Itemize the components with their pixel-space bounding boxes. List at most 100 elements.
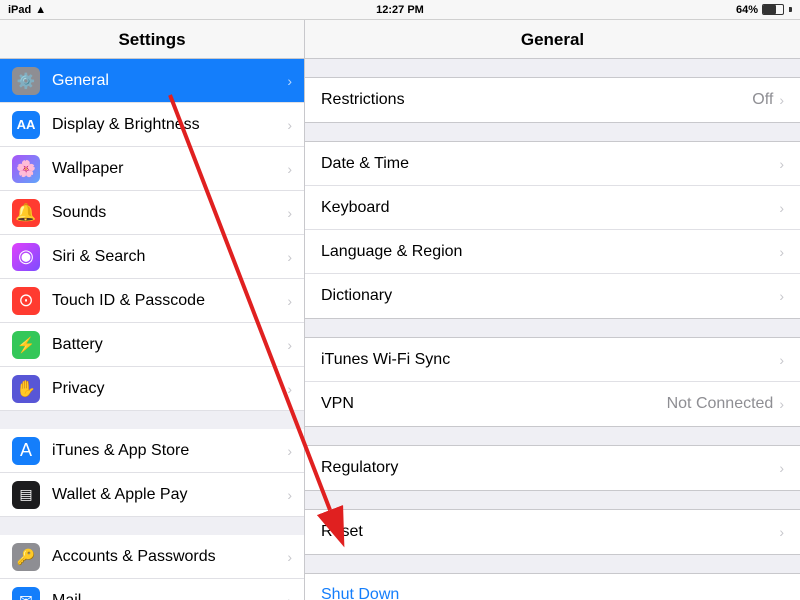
wallet-icon: ▤ xyxy=(12,481,40,509)
keyboard-label: Keyboard xyxy=(321,199,779,217)
siri-chevron: › xyxy=(287,249,292,265)
content-section-datekey: Date & Time › Keyboard › Language & Regi… xyxy=(305,141,800,319)
vpn-label: VPN xyxy=(321,395,667,413)
accounts-chevron: › xyxy=(287,549,292,565)
itunes-icon: A xyxy=(12,437,40,465)
status-right: 64% xyxy=(736,4,792,16)
battery-label: Battery xyxy=(52,336,287,354)
row-reset[interactable]: Reset › xyxy=(305,510,800,554)
keyboard-chevron: › xyxy=(779,200,784,216)
display-label: Display & Brightness xyxy=(52,116,287,134)
dictionary-label: Dictionary xyxy=(321,287,779,305)
reset-chevron: › xyxy=(779,524,784,540)
carrier-label: iPad xyxy=(8,4,31,16)
wallet-chevron: › xyxy=(287,487,292,503)
itunes-wifi-chevron: › xyxy=(779,352,784,368)
wallpaper-label: Wallpaper xyxy=(52,160,287,178)
sidebar-section-3: 🔑 Accounts & Passwords › ✉ Mail › xyxy=(0,535,304,600)
status-left: iPad ▲ xyxy=(8,4,46,16)
display-icon: AA xyxy=(12,111,40,139)
row-itunes-wifi[interactable]: iTunes Wi-Fi Sync › xyxy=(305,338,800,382)
shutdown-label: Shut Down xyxy=(321,586,399,600)
language-label: Language & Region xyxy=(321,243,779,261)
sidebar: Settings ⚙️ General › AA Display & Brigh… xyxy=(0,20,305,600)
touchid-label: Touch ID & Passcode xyxy=(52,292,287,310)
battery-icon xyxy=(762,4,784,15)
reset-label: Reset xyxy=(321,523,779,541)
itunes-chevron: › xyxy=(287,443,292,459)
regulatory-chevron: › xyxy=(779,460,784,476)
content-section-reset: Reset › xyxy=(305,509,800,555)
sidebar-item-battery[interactable]: ⚡ Battery › xyxy=(0,323,304,367)
battery-sidebar-icon: ⚡ xyxy=(12,331,40,359)
accounts-icon: 🔑 xyxy=(12,543,40,571)
vpn-chevron: › xyxy=(779,396,784,412)
touchid-icon: ⊙ xyxy=(12,287,40,315)
siri-icon: ◉ xyxy=(12,243,40,271)
battery-tip xyxy=(789,7,792,12)
itunes-label: iTunes & App Store xyxy=(52,442,287,460)
restrictions-chevron: › xyxy=(779,92,784,108)
mail-chevron: › xyxy=(287,593,292,600)
language-chevron: › xyxy=(779,244,784,260)
dictionary-chevron: › xyxy=(779,288,784,304)
sidebar-gap-2 xyxy=(0,517,304,535)
wallpaper-chevron: › xyxy=(287,161,292,177)
content-section-regulatory: Regulatory › xyxy=(305,445,800,491)
general-label: General xyxy=(52,72,287,90)
sounds-chevron: › xyxy=(287,205,292,221)
vpn-value: Not Connected xyxy=(667,395,774,413)
shutdown-row[interactable]: Shut Down xyxy=(305,573,800,600)
sidebar-item-mail[interactable]: ✉ Mail › xyxy=(0,579,304,600)
sidebar-item-itunes[interactable]: A iTunes & App Store › xyxy=(0,429,304,473)
sidebar-item-accounts[interactable]: 🔑 Accounts & Passwords › xyxy=(0,535,304,579)
sidebar-item-wallpaper[interactable]: 🌸 Wallpaper › xyxy=(0,147,304,191)
status-time: 12:27 PM xyxy=(376,4,424,16)
sidebar-gap-1 xyxy=(0,411,304,429)
datetime-label: Date & Time xyxy=(321,155,779,173)
sidebar-item-privacy[interactable]: ✋ Privacy › xyxy=(0,367,304,411)
content-section-restrictions: Restrictions Off › xyxy=(305,77,800,123)
row-datetime[interactable]: Date & Time › xyxy=(305,142,800,186)
row-restrictions[interactable]: Restrictions Off › xyxy=(305,78,800,122)
privacy-icon: ✋ xyxy=(12,375,40,403)
content-section-itunes-vpn: iTunes Wi-Fi Sync › VPN Not Connected › xyxy=(305,337,800,427)
row-dictionary[interactable]: Dictionary › xyxy=(305,274,800,318)
privacy-chevron: › xyxy=(287,381,292,397)
wifi-icon: ▲ xyxy=(35,4,46,16)
restrictions-label: Restrictions xyxy=(321,91,752,109)
content-header: General xyxy=(305,20,800,59)
row-regulatory[interactable]: Regulatory › xyxy=(305,446,800,490)
status-bar: iPad ▲ 12:27 PM 64% xyxy=(0,0,800,20)
row-keyboard[interactable]: Keyboard › xyxy=(305,186,800,230)
main-container: Settings ⚙️ General › AA Display & Brigh… xyxy=(0,20,800,600)
sidebar-item-sounds[interactable]: 🔔 Sounds › xyxy=(0,191,304,235)
siri-label: Siri & Search xyxy=(52,248,287,266)
restrictions-value: Off xyxy=(752,91,773,109)
sidebar-item-touchid[interactable]: ⊙ Touch ID & Passcode › xyxy=(0,279,304,323)
mail-label: Mail xyxy=(52,592,287,600)
row-vpn[interactable]: VPN Not Connected › xyxy=(305,382,800,426)
sidebar-section-1: ⚙️ General › AA Display & Brightness › 🌸… xyxy=(0,59,304,411)
sounds-icon: 🔔 xyxy=(12,199,40,227)
mail-icon: ✉ xyxy=(12,587,40,600)
row-language[interactable]: Language & Region › xyxy=(305,230,800,274)
privacy-label: Privacy xyxy=(52,380,287,398)
general-chevron: › xyxy=(287,73,292,89)
sidebar-item-display[interactable]: AA Display & Brightness › xyxy=(0,103,304,147)
touchid-chevron: › xyxy=(287,293,292,309)
sidebar-item-wallet[interactable]: ▤ Wallet & Apple Pay › xyxy=(0,473,304,517)
sidebar-item-general[interactable]: ⚙️ General › xyxy=(0,59,304,103)
datetime-chevron: › xyxy=(779,156,784,172)
itunes-wifi-label: iTunes Wi-Fi Sync xyxy=(321,351,779,369)
content-area: General Restrictions Off › Date & Time ›… xyxy=(305,20,800,600)
battery-chevron: › xyxy=(287,337,292,353)
battery-percent: 64% xyxy=(736,4,758,16)
regulatory-label: Regulatory xyxy=(321,459,779,477)
display-chevron: › xyxy=(287,117,292,133)
general-icon: ⚙️ xyxy=(12,67,40,95)
accounts-label: Accounts & Passwords xyxy=(52,548,287,566)
sidebar-item-siri[interactable]: ◉ Siri & Search › xyxy=(0,235,304,279)
sidebar-header: Settings xyxy=(0,20,304,59)
wallet-label: Wallet & Apple Pay xyxy=(52,486,287,504)
